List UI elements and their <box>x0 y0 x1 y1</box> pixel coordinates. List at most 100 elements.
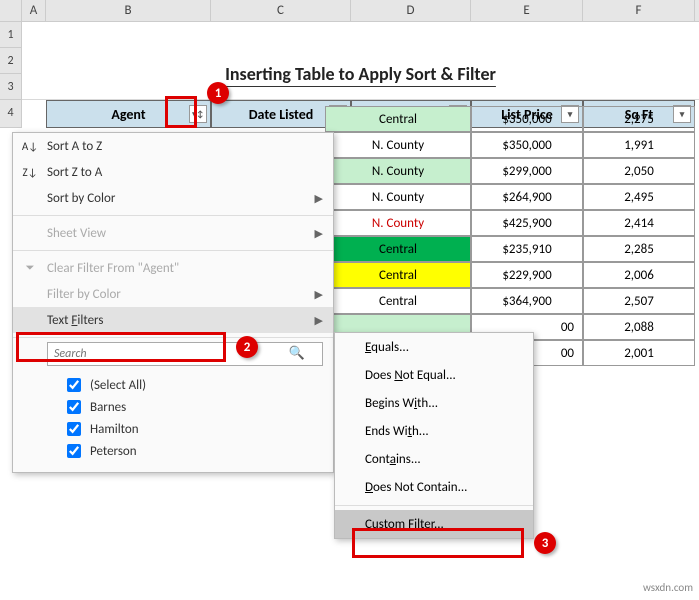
cell-sqft[interactable]: 2,006 <box>583 262 695 288</box>
separator <box>13 215 333 216</box>
row-2[interactable]: 2 <box>0 48 22 74</box>
th-agent[interactable]: Agent ▾↕ <box>46 100 211 128</box>
table-row: N. County$264,9002,495 <box>325 184 695 210</box>
table-row: N. County$350,0001,991 <box>325 132 695 158</box>
search-icon: 🔍 <box>289 346 305 361</box>
row-4[interactable]: 4 <box>0 100 22 128</box>
cell-price[interactable]: $364,900 <box>471 288 583 314</box>
check-barnes[interactable]: Barnes <box>63 396 323 418</box>
cell-sqft[interactable]: 2,285 <box>583 236 695 262</box>
text-filters-label: Text Filters <box>47 313 103 328</box>
cell-area[interactable]: Central <box>325 288 471 314</box>
callout-3: 3 <box>534 532 556 554</box>
custom-filter[interactable]: Custom Filter... <box>335 510 533 538</box>
cell-area[interactable]: N. County <box>325 210 471 236</box>
checkbox[interactable] <box>67 378 81 392</box>
col-C[interactable]: C <box>211 0 351 21</box>
cell-area[interactable]: Central <box>325 262 471 288</box>
chevron-right-icon: ▶ <box>315 288 323 301</box>
cell-price[interactable]: $425,900 <box>471 210 583 236</box>
text-filters-submenu: Equals... Does Not Equal... Begins With.… <box>334 332 534 539</box>
row-1[interactable]: 1 <box>0 22 22 48</box>
table-row: Central$235,9102,285 <box>325 236 695 262</box>
cell-area[interactable]: N. County <box>325 184 471 210</box>
cell-price[interactable]: $235,910 <box>471 236 583 262</box>
filter-checks: (Select All) Barnes Hamilton Peterson <box>13 370 333 472</box>
table-row: Central$229,9002,006 <box>325 262 695 288</box>
cell-area[interactable]: Central <box>325 106 471 132</box>
ends-with[interactable]: Ends With... <box>335 417 533 445</box>
not-contain-label: Does Not Contain... <box>365 480 467 495</box>
sheet-view: Sheet View ▶ <box>13 220 333 246</box>
contains-label: Contains... <box>365 452 421 467</box>
check-hamilton[interactable]: Hamilton <box>63 418 323 440</box>
ends-label: Ends With... <box>365 424 429 439</box>
equals-label: Equals... <box>365 340 409 355</box>
checkbox[interactable] <box>67 400 81 414</box>
equals[interactable]: Equals... <box>335 333 533 361</box>
clear-filter-icon: ⏷ <box>21 261 39 275</box>
does-not-equal[interactable]: Does Not Equal... <box>335 361 533 389</box>
cell-sqft[interactable]: 2,001 <box>583 340 695 366</box>
cell-price[interactable]: $229,900 <box>471 262 583 288</box>
cell-price[interactable]: $299,000 <box>471 158 583 184</box>
check-label: Barnes <box>90 400 126 415</box>
data-rows: Central$350,0002,275 N. County$350,0001,… <box>325 106 695 366</box>
col-A[interactable]: A <box>22 0 46 21</box>
col-D[interactable]: D <box>351 0 471 21</box>
does-not-contain[interactable]: Does Not Contain... <box>335 473 533 501</box>
check-peterson[interactable]: Peterson <box>63 440 323 462</box>
cell-price[interactable]: $350,000 <box>471 106 583 132</box>
custom-filter-label: Custom Filter... <box>365 517 444 532</box>
begins-with[interactable]: Begins With... <box>335 389 533 417</box>
not-equal-label: Does Not Equal... <box>365 368 456 383</box>
col-E[interactable]: E <box>471 0 583 21</box>
cell-sqft[interactable]: 2,495 <box>583 184 695 210</box>
search-box[interactable]: 🔍 <box>47 342 323 366</box>
cell-sqft[interactable]: 2,088 <box>583 314 695 340</box>
filter-dropdown-icon[interactable]: ▾↕ <box>189 105 207 123</box>
cell-price[interactable]: $350,000 <box>471 132 583 158</box>
text-filters[interactable]: Text Filters ▶ <box>13 307 333 333</box>
sort-za-icon: Z↓ <box>21 166 39 179</box>
table-row: N. County$425,9002,414 <box>325 210 695 236</box>
callout-2: 2 <box>236 336 258 358</box>
table-row: N. County$299,0002,050 <box>325 158 695 184</box>
page-title: Inserting Table to Apply Sort & Filter <box>22 48 699 100</box>
th-date-label: Date Listed <box>249 106 314 123</box>
clear-filter-label: Clear Filter From "Agent" <box>47 261 179 276</box>
chevron-right-icon: ▶ <box>315 192 323 205</box>
sort-az[interactable]: A↓Sort A to Z <box>13 133 333 159</box>
row-3[interactable]: 3 <box>0 74 22 100</box>
sort-za[interactable]: Z↓Sort Z to A <box>13 159 333 185</box>
sort-color-label: Sort by Color <box>47 191 115 206</box>
contains[interactable]: Contains... <box>335 445 533 473</box>
sort-by-color[interactable]: Sort by Color ▶ <box>13 185 333 211</box>
cell-sqft[interactable]: 2,050 <box>583 158 695 184</box>
separator <box>335 505 533 506</box>
checkbox[interactable] <box>67 422 81 436</box>
checkbox[interactable] <box>67 444 81 458</box>
row-headers: 1 2 3 4 <box>0 22 22 128</box>
cell-price[interactable]: $264,900 <box>471 184 583 210</box>
table-row: Central$364,9002,507 <box>325 288 695 314</box>
search-input[interactable] <box>47 342 323 366</box>
cell-sqft[interactable]: 2,275 <box>583 106 695 132</box>
filter-by-color: Filter by Color▶ <box>13 281 333 307</box>
sort-az-icon: A↓ <box>21 140 39 153</box>
cell-sqft[interactable]: 2,414 <box>583 210 695 236</box>
filter-context-menu: A↓Sort A to Z Z↓Sort Z to A Sort by Colo… <box>12 132 334 473</box>
check-label: Peterson <box>90 444 137 459</box>
cell-area[interactable]: N. County <box>325 158 471 184</box>
chevron-right-icon: ▶ <box>315 314 323 327</box>
col-B[interactable]: B <box>46 0 211 21</box>
cell-area[interactable]: Central <box>325 236 471 262</box>
sheet-view-label: Sheet View <box>47 226 106 241</box>
chevron-right-icon: ▶ <box>315 227 323 240</box>
cell-area[interactable]: N. County <box>325 132 471 158</box>
cell-sqft[interactable]: 2,507 <box>583 288 695 314</box>
col-F[interactable]: F <box>583 0 695 21</box>
cell-sqft[interactable]: 1,991 <box>583 132 695 158</box>
check-select-all[interactable]: (Select All) <box>63 374 323 396</box>
clear-filter: ⏷ Clear Filter From "Agent" <box>13 255 333 281</box>
